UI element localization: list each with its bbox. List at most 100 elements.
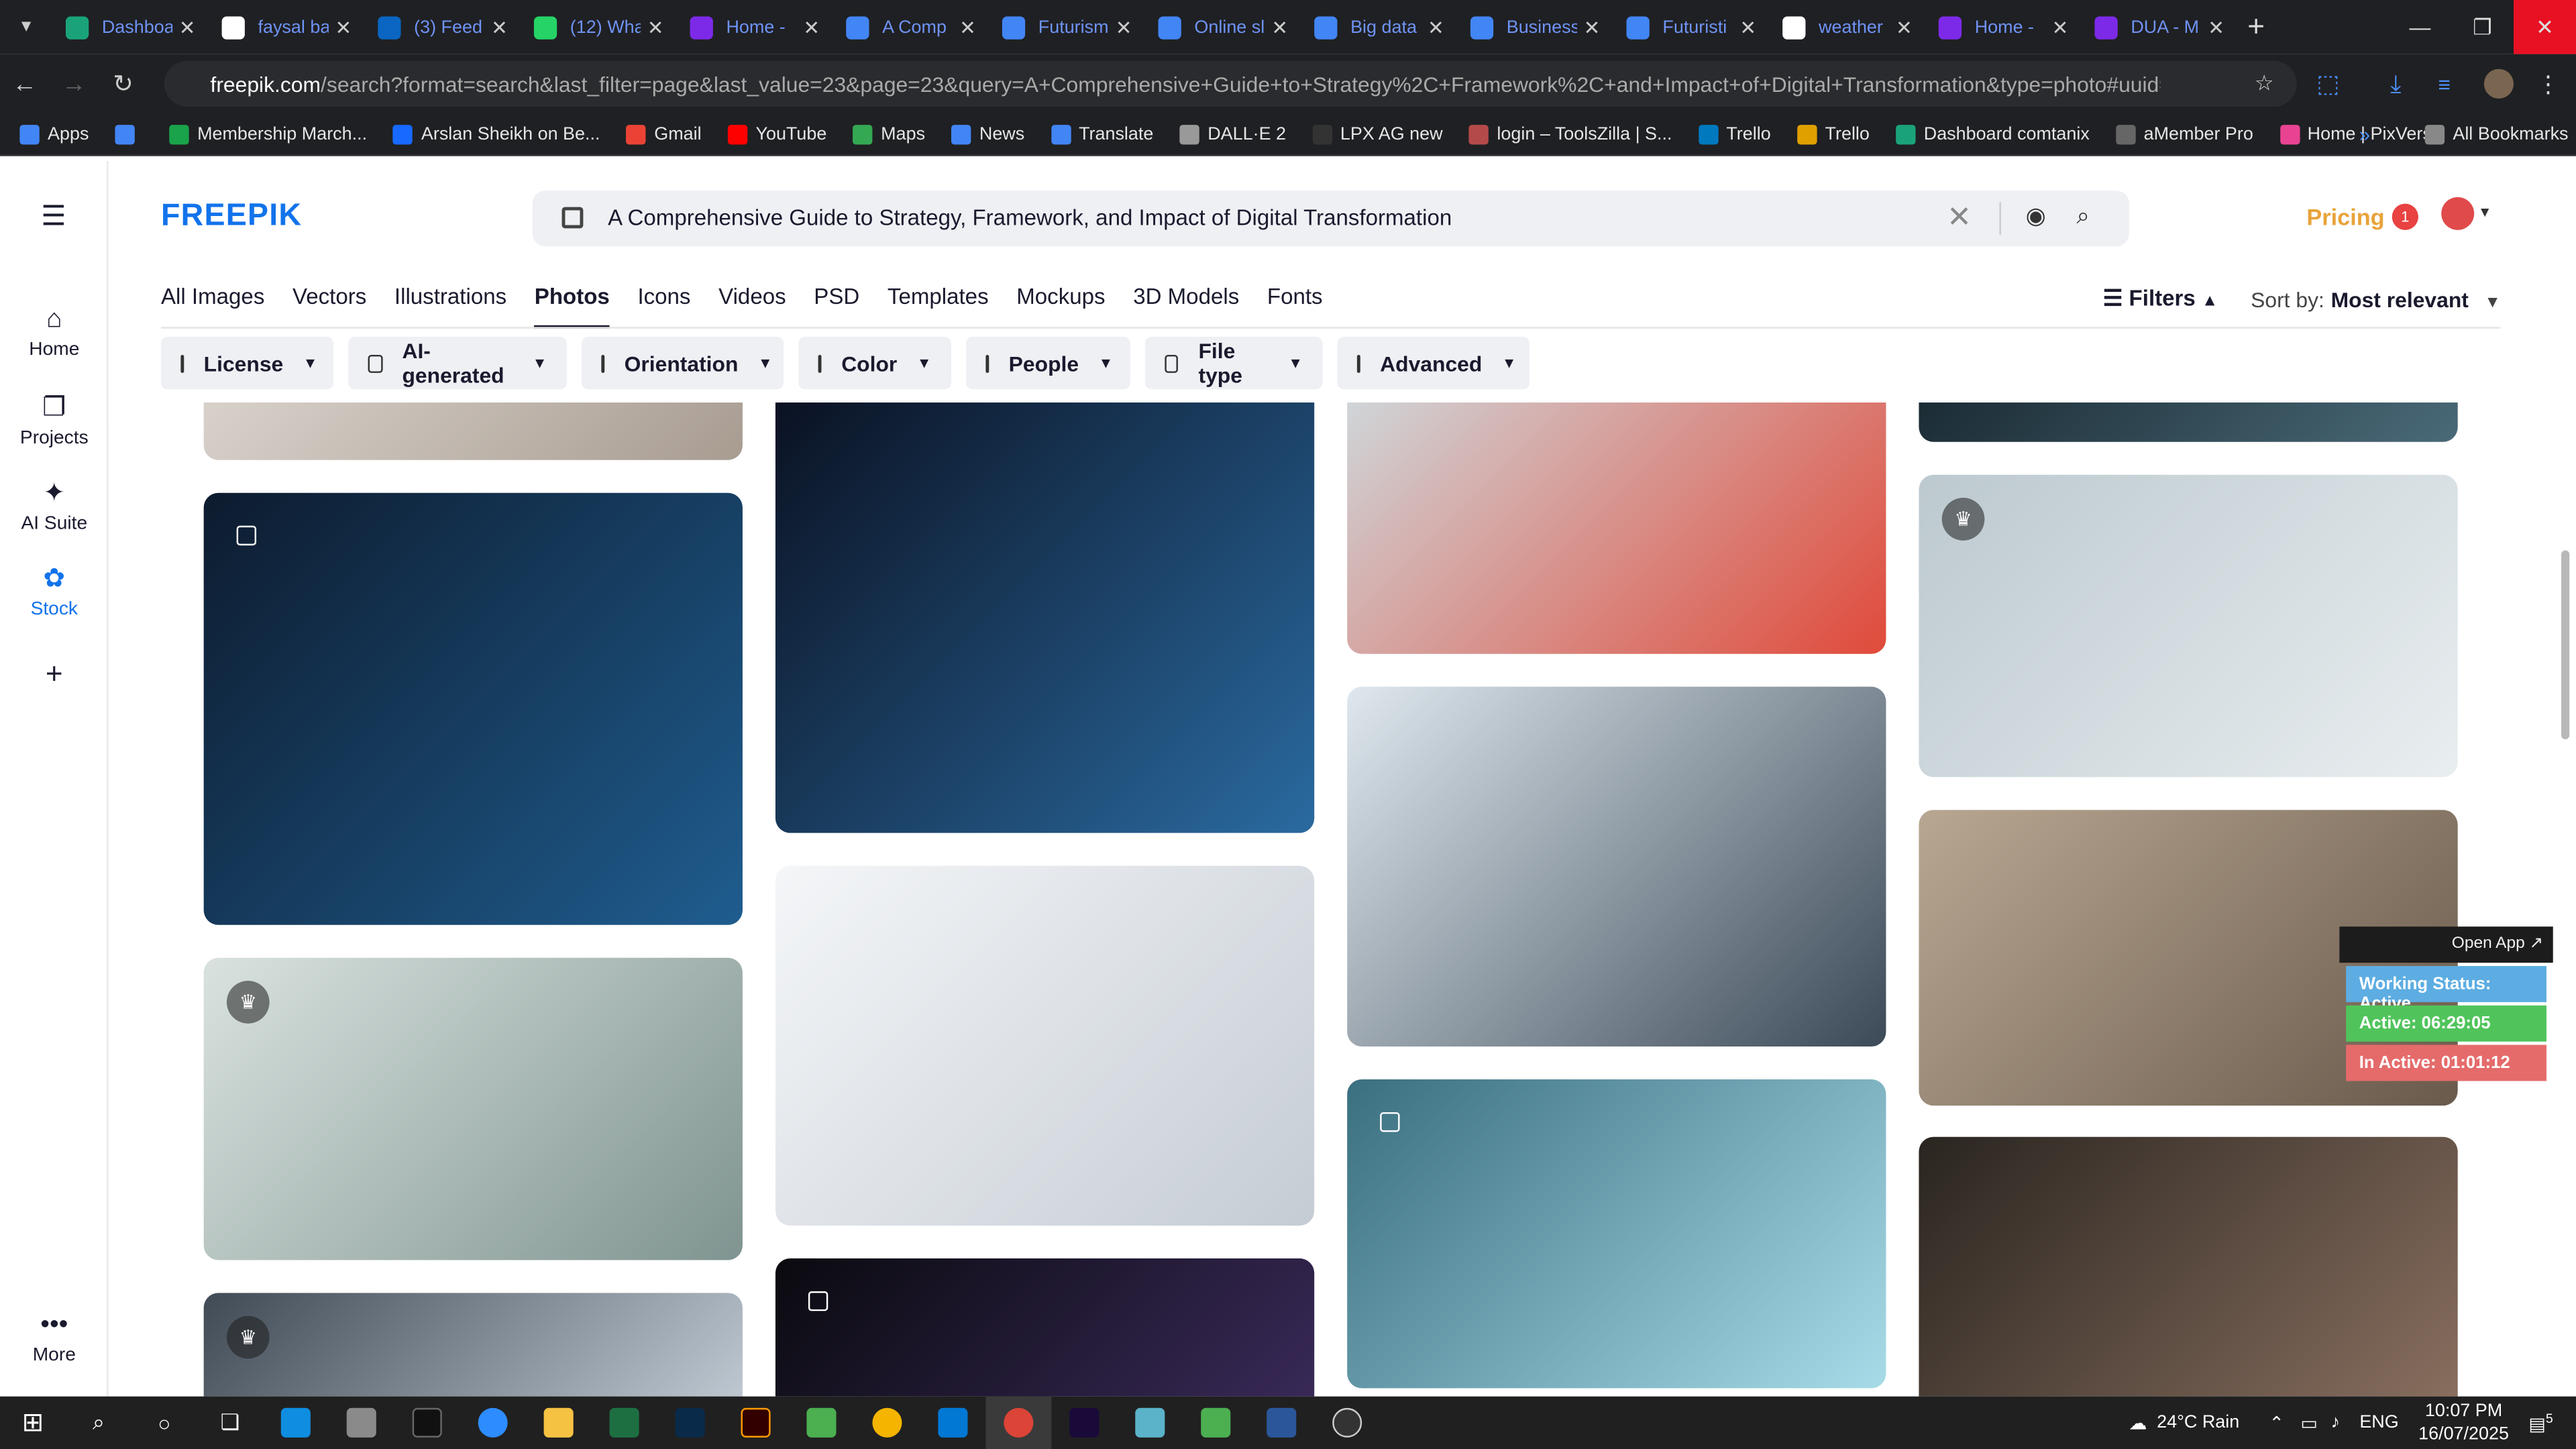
- browser-tab[interactable]: Business ✕: [1457, 0, 1613, 54]
- chevron-down-icon[interactable]: ▾: [2481, 204, 2489, 222]
- photoshop-app[interactable]: [657, 1397, 723, 1449]
- tab-templates[interactable]: Templates: [888, 284, 989, 329]
- filter-chip-file-type[interactable]: File type ▼: [1144, 337, 1323, 390]
- bookmark-item[interactable]: Translate: [1051, 123, 1153, 144]
- browser-tab[interactable]: (12) Wha ✕: [521, 0, 677, 54]
- browser-tab[interactable]: Dashboa ✕: [52, 0, 209, 54]
- vscode-app[interactable]: [920, 1397, 985, 1449]
- search-icon[interactable]: ⌕: [2077, 202, 2090, 230]
- page-scrollbar[interactable]: [2561, 550, 2570, 740]
- bookmark-item[interactable]: [115, 123, 144, 144]
- sidebar-item-projects[interactable]: ❐ Projects: [0, 391, 109, 449]
- hamburger-menu-icon[interactable]: ☰: [41, 201, 66, 233]
- browser-tab[interactable]: Big data ✕: [1301, 0, 1458, 54]
- maximize-button[interactable]: ❐: [2451, 0, 2514, 54]
- bookmark-item[interactable]: Trello: [1796, 123, 1870, 144]
- close-window-button[interactable]: ✕: [2513, 0, 2576, 54]
- filter-chip-color[interactable]: Color ▼: [798, 337, 951, 390]
- tab-mockups[interactable]: Mockups: [1016, 284, 1105, 329]
- menu-icon[interactable]: ⋮: [2536, 70, 2559, 98]
- bookmark-item[interactable]: Dashboard comtanix: [1896, 123, 2090, 144]
- chrome-app[interactable]: [854, 1397, 920, 1449]
- bookmark-item[interactable]: Trello: [1698, 123, 1771, 144]
- sidebar-item-stock[interactable]: ✿ Stock: [0, 562, 109, 619]
- cortana-icon[interactable]: ○: [131, 1397, 197, 1449]
- browser-tab[interactable]: faysal ba ✕: [209, 0, 365, 54]
- close-tab-icon[interactable]: ✕: [1271, 15, 1288, 38]
- volume-icon[interactable]: ♪: [2330, 1413, 2339, 1432]
- explorer-app[interactable]: [526, 1397, 592, 1449]
- premiere-app[interactable]: [1051, 1397, 1117, 1449]
- camera-search-icon[interactable]: ◉: [2026, 202, 2046, 230]
- browser-tab[interactable]: Futurism ✕: [989, 0, 1145, 54]
- bookmark-item[interactable]: Maps: [853, 123, 925, 144]
- back-button[interactable]: ←: [0, 70, 49, 98]
- tab-3d-models[interactable]: 3D Models: [1133, 284, 1239, 329]
- start-button[interactable]: ⊞: [0, 1397, 66, 1449]
- stock-photo-card[interactable]: [775, 1258, 1315, 1397]
- close-tab-icon[interactable]: ✕: [179, 15, 196, 38]
- forward-button[interactable]: →: [49, 70, 98, 98]
- word-app[interactable]: [1248, 1397, 1314, 1449]
- bookmark-item[interactable]: Apps: [19, 123, 89, 144]
- excel-app[interactable]: [592, 1397, 657, 1449]
- open-app-button[interactable]: Open App ↗: [2339, 926, 2553, 963]
- downloads-icon[interactable]: ⤓: [2390, 70, 2401, 98]
- close-tab-icon[interactable]: ✕: [959, 15, 976, 38]
- bookmark-star-icon[interactable]: ☆: [2255, 70, 2274, 97]
- tab-vectors[interactable]: Vectors: [292, 284, 366, 329]
- browser-tab[interactable]: DUA - M ✕: [2082, 0, 2238, 54]
- filter-chip-ai-generated[interactable]: AI-generated ▼: [348, 337, 567, 390]
- close-tab-icon[interactable]: ✕: [1584, 15, 1601, 38]
- browser-tab[interactable]: (3) Feed ✕: [365, 0, 521, 54]
- stock-photo-card[interactable]: ♛: [203, 957, 743, 1260]
- clock[interactable]: 10:07 PM 16/07/2025: [2418, 1400, 2509, 1446]
- tab-psd[interactable]: PSD: [814, 284, 859, 329]
- bookmark-item[interactable]: YouTube: [727, 123, 826, 144]
- close-tab-icon[interactable]: ✕: [803, 15, 820, 38]
- bookmark-item[interactable]: LPX AG new: [1312, 123, 1443, 144]
- all-bookmarks-link[interactable]: All Bookmarks: [2424, 123, 2569, 144]
- weather-text[interactable]: 24°C Rain: [2157, 1413, 2239, 1432]
- app-diamond[interactable]: [1117, 1397, 1183, 1449]
- close-tab-icon[interactable]: ✕: [2052, 15, 2069, 38]
- stock-photo-card[interactable]: [1919, 1136, 2458, 1397]
- clear-search-icon[interactable]: ✕: [1947, 201, 1972, 235]
- stock-photo-card[interactable]: [1919, 402, 2458, 442]
- tab-illustrations[interactable]: Illustrations: [394, 284, 506, 329]
- pricing-link[interactable]: Pricing: [2306, 204, 2384, 230]
- browser-tab[interactable]: Home - ✕: [1925, 0, 2082, 54]
- bookmark-item[interactable]: DALL·E 2: [1179, 123, 1286, 144]
- browser-tab[interactable]: Futuristi ✕: [1613, 0, 1770, 54]
- app-green2[interactable]: [1183, 1397, 1248, 1449]
- browser-tab[interactable]: A Comp ✕: [833, 0, 989, 54]
- filter-chip-orientation[interactable]: Orientation ▼: [581, 337, 784, 390]
- task-view-icon[interactable]: ❏: [197, 1397, 263, 1449]
- tab-all-images[interactable]: All Images: [161, 284, 264, 329]
- stock-photo-card[interactable]: ♛: [1919, 474, 2458, 777]
- close-tab-icon[interactable]: ✕: [1428, 15, 1444, 38]
- stock-photo-card[interactable]: [775, 402, 1315, 833]
- stock-photo-card[interactable]: ♛: [203, 1293, 743, 1397]
- close-tab-icon[interactable]: ✕: [491, 15, 508, 38]
- tab-icons[interactable]: Icons: [637, 284, 690, 329]
- close-tab-icon[interactable]: ✕: [335, 15, 352, 38]
- bookmark-item[interactable]: aMember Pro: [2116, 123, 2253, 144]
- sidebar-item-ai-suite[interactable]: ✦ AI Suite: [0, 476, 109, 534]
- profile-avatar[interactable]: [2483, 68, 2514, 99]
- stock-photo-card[interactable]: [203, 492, 743, 925]
- bookmark-item[interactable]: News: [951, 123, 1024, 144]
- bookmark-item[interactable]: login – ToolsZilla | S...: [1468, 123, 1672, 144]
- url-field[interactable]: freepik.com/search?format=search&last_fi…: [164, 60, 2297, 107]
- new-tab-button[interactable]: +: [2247, 10, 2265, 44]
- filter-chip-people[interactable]: People ▼: [966, 337, 1130, 390]
- sidebar-item-home[interactable]: ⌂ Home: [0, 306, 109, 360]
- extensions-icon[interactable]: ⬚: [2316, 69, 2340, 99]
- browser-tab[interactable]: Online sl ✕: [1145, 0, 1301, 54]
- close-tab-icon[interactable]: ✕: [1116, 15, 1132, 38]
- stock-photo-card[interactable]: [1347, 402, 1886, 654]
- image-type-icon[interactable]: [561, 207, 584, 229]
- notifications-icon[interactable]: ▤5: [2528, 1411, 2553, 1435]
- app-green[interactable]: [789, 1397, 855, 1449]
- freepik-logo[interactable]: FREEPIK: [161, 199, 302, 235]
